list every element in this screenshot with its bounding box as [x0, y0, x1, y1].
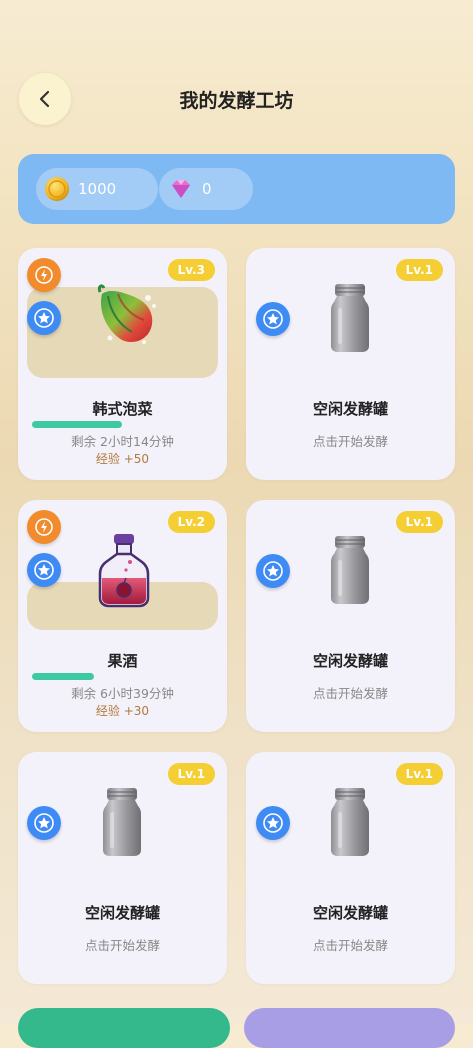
start-fermenting-hint: 点击开始发酵 — [84, 938, 160, 953]
star-icon — [263, 813, 283, 833]
slot-item-name: 空闲发酵罐 — [312, 904, 388, 922]
star-icon — [34, 813, 54, 833]
level-badge: Lv.1 — [395, 511, 443, 533]
lightning-icon — [35, 266, 53, 284]
fermenter-slot-1[interactable]: Lv.3 韩式泡菜 剩余 2小时14分钟 经验 +50 — [18, 248, 227, 480]
favorite-badge[interactable] — [27, 806, 61, 840]
gem-icon — [172, 180, 190, 198]
favorite-badge[interactable] — [27, 301, 61, 335]
empty-jar-icon — [331, 536, 369, 604]
fermentation-progress — [32, 421, 122, 428]
coin-amount: 1000 — [78, 180, 117, 198]
fermentation-progress — [32, 673, 94, 680]
favorite-badge[interactable] — [27, 553, 61, 587]
favorite-badge[interactable] — [256, 302, 290, 336]
start-fermenting-hint: 点击开始发酵 — [312, 686, 388, 701]
fermenter-slot-6[interactable]: Lv.1 空闲发酵罐 点击开始发酵 — [246, 752, 455, 984]
bottom-action-button-left[interactable] — [18, 1008, 230, 1048]
empty-jar-icon — [331, 788, 369, 856]
time-remaining: 剩余 2小时14分钟 — [71, 434, 174, 449]
star-icon — [34, 308, 54, 328]
page-title: 我的发酵工坊 — [179, 90, 294, 112]
coin-balance[interactable]: 1000 — [36, 168, 158, 210]
star-icon — [263, 561, 283, 581]
star-icon — [34, 560, 54, 580]
start-fermenting-hint: 点击开始发酵 — [312, 434, 388, 449]
fruit-wine-icon — [98, 534, 150, 608]
fermenter-slot-5[interactable]: Lv.1 空闲发酵罐 点击开始发酵 — [18, 752, 227, 984]
gem-amount: 0 — [202, 180, 212, 198]
exp-reward: 经验 +30 — [95, 704, 150, 718]
level-badge: Lv.1 — [395, 763, 443, 785]
gem-balance[interactable]: 0 — [159, 168, 253, 210]
lightning-icon — [35, 518, 53, 536]
fermenter-slot-2[interactable]: Lv.1 空闲发酵罐 点击开始发酵 — [246, 248, 455, 480]
level-badge: Lv.1 — [167, 763, 215, 785]
level-badge: Lv.3 — [167, 259, 215, 281]
favorite-badge[interactable] — [256, 554, 290, 588]
level-badge: Lv.1 — [395, 259, 443, 281]
currency-bar: 1000 0 — [18, 154, 455, 224]
speed-up-button[interactable] — [27, 258, 61, 292]
speed-up-button[interactable] — [27, 510, 61, 544]
fermenter-slot-3[interactable]: Lv.2 果酒 剩余 6小时39分钟 经验 +30 — [18, 500, 227, 732]
favorite-badge[interactable] — [256, 806, 290, 840]
slot-item-name: 空闲发酵罐 — [312, 400, 388, 418]
exp-reward: 经验 +50 — [95, 452, 150, 466]
fermenter-slot-4[interactable]: Lv.1 空闲发酵罐 点击开始发酵 — [246, 500, 455, 732]
bottom-action-button-right[interactable] — [244, 1008, 455, 1048]
empty-jar-icon — [331, 284, 369, 352]
star-icon — [263, 309, 283, 329]
slot-item-name: 果酒 — [107, 652, 138, 670]
slot-item-name: 空闲发酵罐 — [312, 652, 388, 670]
level-badge: Lv.2 — [167, 511, 215, 533]
slot-item-name: 韩式泡菜 — [92, 400, 153, 418]
coin-icon — [45, 177, 69, 201]
kimchi-icon — [98, 284, 156, 344]
slot-item-name: 空闲发酵罐 — [84, 904, 160, 922]
empty-jar-icon — [103, 788, 141, 856]
time-remaining: 剩余 6小时39分钟 — [71, 686, 174, 701]
start-fermenting-hint: 点击开始发酵 — [312, 938, 388, 953]
